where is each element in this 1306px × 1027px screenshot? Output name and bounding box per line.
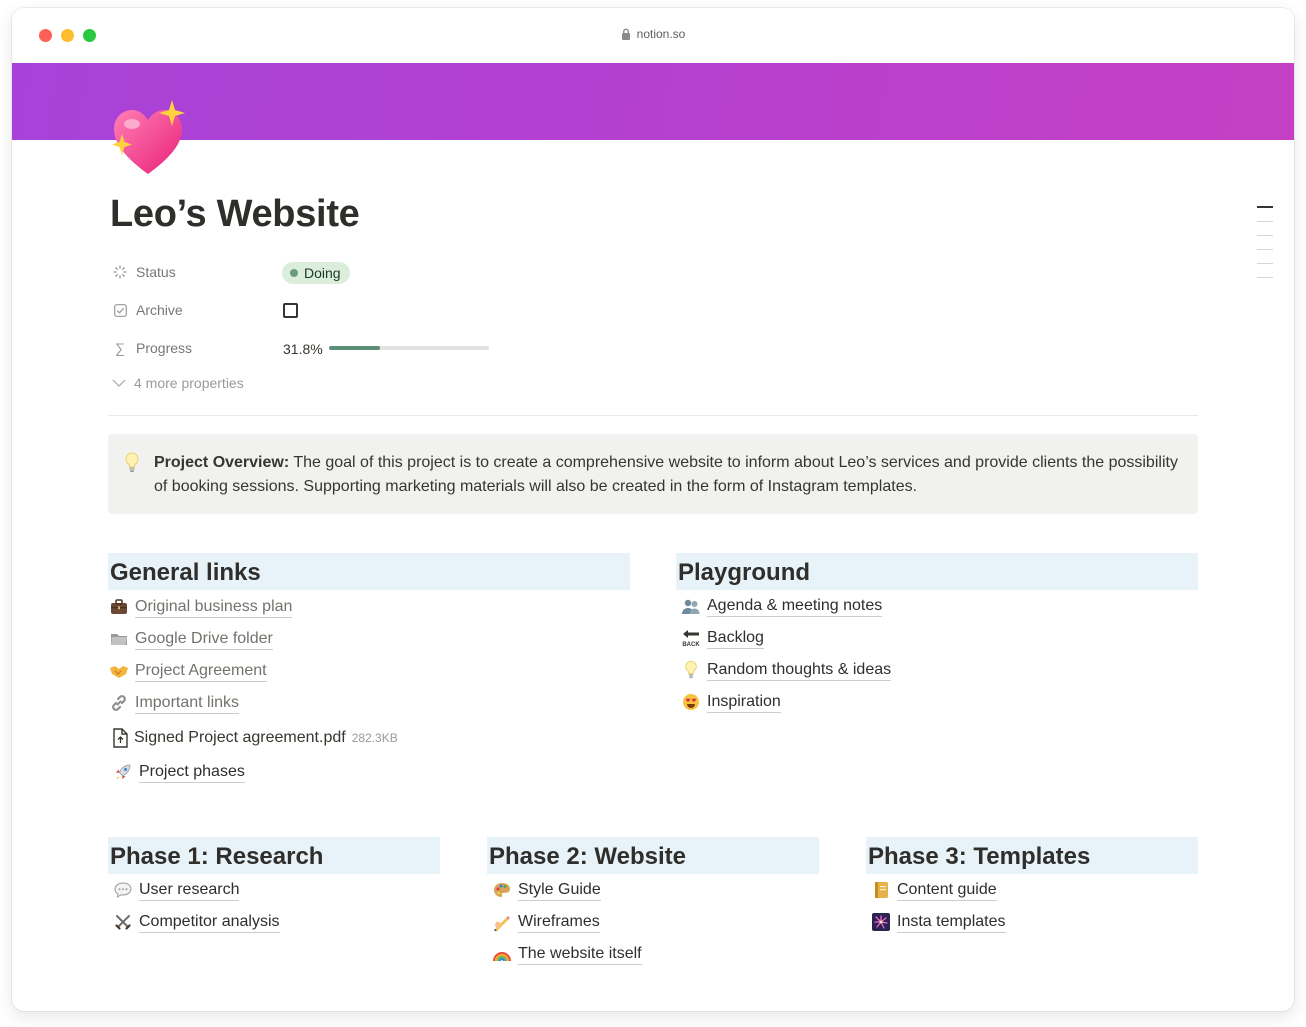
link-inspiration[interactable]: Inspiration <box>681 690 781 714</box>
status-value: Doing <box>304 265 341 281</box>
link-wireframes[interactable]: Wireframes <box>492 910 600 934</box>
link-random-thoughts-ideas[interactable]: Random thoughts & ideas <box>681 658 892 682</box>
heart-eyes-icon <box>681 692 701 712</box>
status-label-text: Status <box>136 264 176 280</box>
phase-1-heading[interactable]: Phase 1: Research <box>108 837 440 874</box>
browser-window: notion.so Leo’s Website Status Doing Arc… <box>12 8 1294 1011</box>
link-label: Project phases <box>139 762 245 783</box>
lightbulb-icon <box>681 660 701 680</box>
link-backlog[interactable]: BACK Backlog <box>681 626 764 650</box>
rocket-icon <box>113 762 133 782</box>
notebook-icon <box>871 880 891 900</box>
property-progress-label[interactable]: ∑ Progress <box>112 336 192 360</box>
outline-mark[interactable] <box>1257 249 1273 250</box>
sigma-formula-icon: ∑ <box>115 340 125 356</box>
link-label: Style Guide <box>518 880 601 901</box>
link-icon <box>109 693 129 713</box>
writing-hand-icon <box>492 912 512 932</box>
file-icon <box>111 728 129 748</box>
link-label: Content guide <box>897 880 997 901</box>
status-dot-icon <box>290 269 298 277</box>
briefcase-icon <box>109 597 129 617</box>
link-label: Insta templates <box>897 912 1006 933</box>
link-project-agreement[interactable]: Project Agreement <box>109 659 267 683</box>
file-name: Signed Project agreement.pdf <box>134 729 346 746</box>
link-important-links[interactable]: Important links <box>109 691 240 715</box>
progress-label-text: Progress <box>136 340 193 356</box>
link-label: Inspiration <box>707 692 781 713</box>
link-label: Agenda & meeting notes <box>707 596 883 617</box>
url-text: notion.so <box>636 27 686 41</box>
link-label: Project Agreement <box>135 661 267 682</box>
link-project-phases[interactable]: Project phases <box>113 760 245 784</box>
outline-mark[interactable] <box>1257 221 1273 222</box>
crossed-swords-icon <box>113 912 133 932</box>
link-label: Random thoughts & ideas <box>707 660 892 681</box>
link-the-website-itself[interactable]: The website itself <box>492 942 642 966</box>
sparkling-heart-icon[interactable] <box>108 98 190 180</box>
handshake-icon <box>109 661 129 681</box>
playground-heading[interactable]: Playground <box>676 553 1198 590</box>
property-status-label[interactable]: Status <box>112 260 176 284</box>
link-style-guide[interactable]: Style Guide <box>492 878 601 902</box>
link-label: Original business plan <box>135 597 293 618</box>
speech-bubble-icon <box>113 880 133 900</box>
outline-mark[interactable] <box>1257 263 1273 264</box>
file-size: 282.3KB <box>351 731 398 745</box>
callout-text: The goal of this project is to create a … <box>154 454 1178 495</box>
page-outline-navigator[interactable] <box>1257 206 1273 291</box>
link-label: Competitor analysis <box>139 912 280 933</box>
folder-icon <box>109 629 129 649</box>
link-label: Important links <box>135 693 240 714</box>
phase-2-heading[interactable]: Phase 2: Website <box>487 837 819 874</box>
progress-bar-fill <box>329 346 380 350</box>
properties-divider <box>108 415 1198 416</box>
link-label: Wireframes <box>518 912 600 933</box>
link-insta-templates[interactable]: Insta templates <box>871 910 1006 934</box>
page-title[interactable]: Leo’s Website <box>110 193 360 236</box>
link-original-business-plan[interactable]: Original business plan <box>109 595 293 619</box>
link-label: The website itself <box>518 944 642 965</box>
outline-mark[interactable] <box>1257 235 1273 236</box>
fireworks-icon <box>871 912 891 932</box>
outline-mark[interactable] <box>1257 277 1273 278</box>
callout-bold-text: Project Overview: <box>154 454 290 471</box>
palette-icon <box>492 880 512 900</box>
link-user-research[interactable]: User research <box>113 878 240 902</box>
link-competitor-analysis[interactable]: Competitor analysis <box>113 910 280 934</box>
checkbox-property-icon <box>112 302 128 318</box>
general-links-heading[interactable]: General links <box>108 553 630 590</box>
phase-3-heading[interactable]: Phase 3: Templates <box>866 837 1198 874</box>
chevron-down-icon <box>112 375 126 391</box>
more-properties-toggle[interactable]: 4 more properties <box>112 375 244 391</box>
browser-titlebar: notion.so <box>12 8 1294 63</box>
outline-mark[interactable] <box>1257 206 1273 208</box>
status-badge[interactable]: Doing <box>282 262 350 284</box>
lightbulb-icon <box>124 452 140 474</box>
archive-checkbox[interactable] <box>283 303 298 318</box>
progress-value: 31.8% <box>283 341 323 357</box>
link-content-guide[interactable]: Content guide <box>871 878 997 902</box>
page-cover[interactable] <box>12 63 1294 140</box>
status-spinner-icon <box>112 264 128 280</box>
rainbow-icon <box>492 944 512 964</box>
people-icon <box>681 596 701 616</box>
progress-bar <box>329 346 489 350</box>
property-archive-label[interactable]: Archive <box>112 298 183 322</box>
link-label: User research <box>139 880 240 901</box>
link-agenda-meeting-notes[interactable]: Agenda & meeting notes <box>681 594 883 618</box>
more-properties-text: 4 more properties <box>134 375 244 391</box>
lock-icon <box>621 28 631 43</box>
link-label: Google Drive folder <box>135 629 273 650</box>
file-signed-project-agreement[interactable]: Signed Project agreement.pdf 282.3KB <box>111 726 398 750</box>
link-label: Backlog <box>707 628 764 649</box>
project-overview-callout[interactable]: Project Overview: The goal of this proje… <box>108 434 1198 514</box>
svg-text:BACK: BACK <box>682 642 700 647</box>
archive-label-text: Archive <box>136 302 183 318</box>
back-arrow-icon: BACK <box>681 628 701 648</box>
address-bar[interactable]: notion.so <box>12 27 1294 43</box>
link-google-drive-folder[interactable]: Google Drive folder <box>109 627 273 651</box>
